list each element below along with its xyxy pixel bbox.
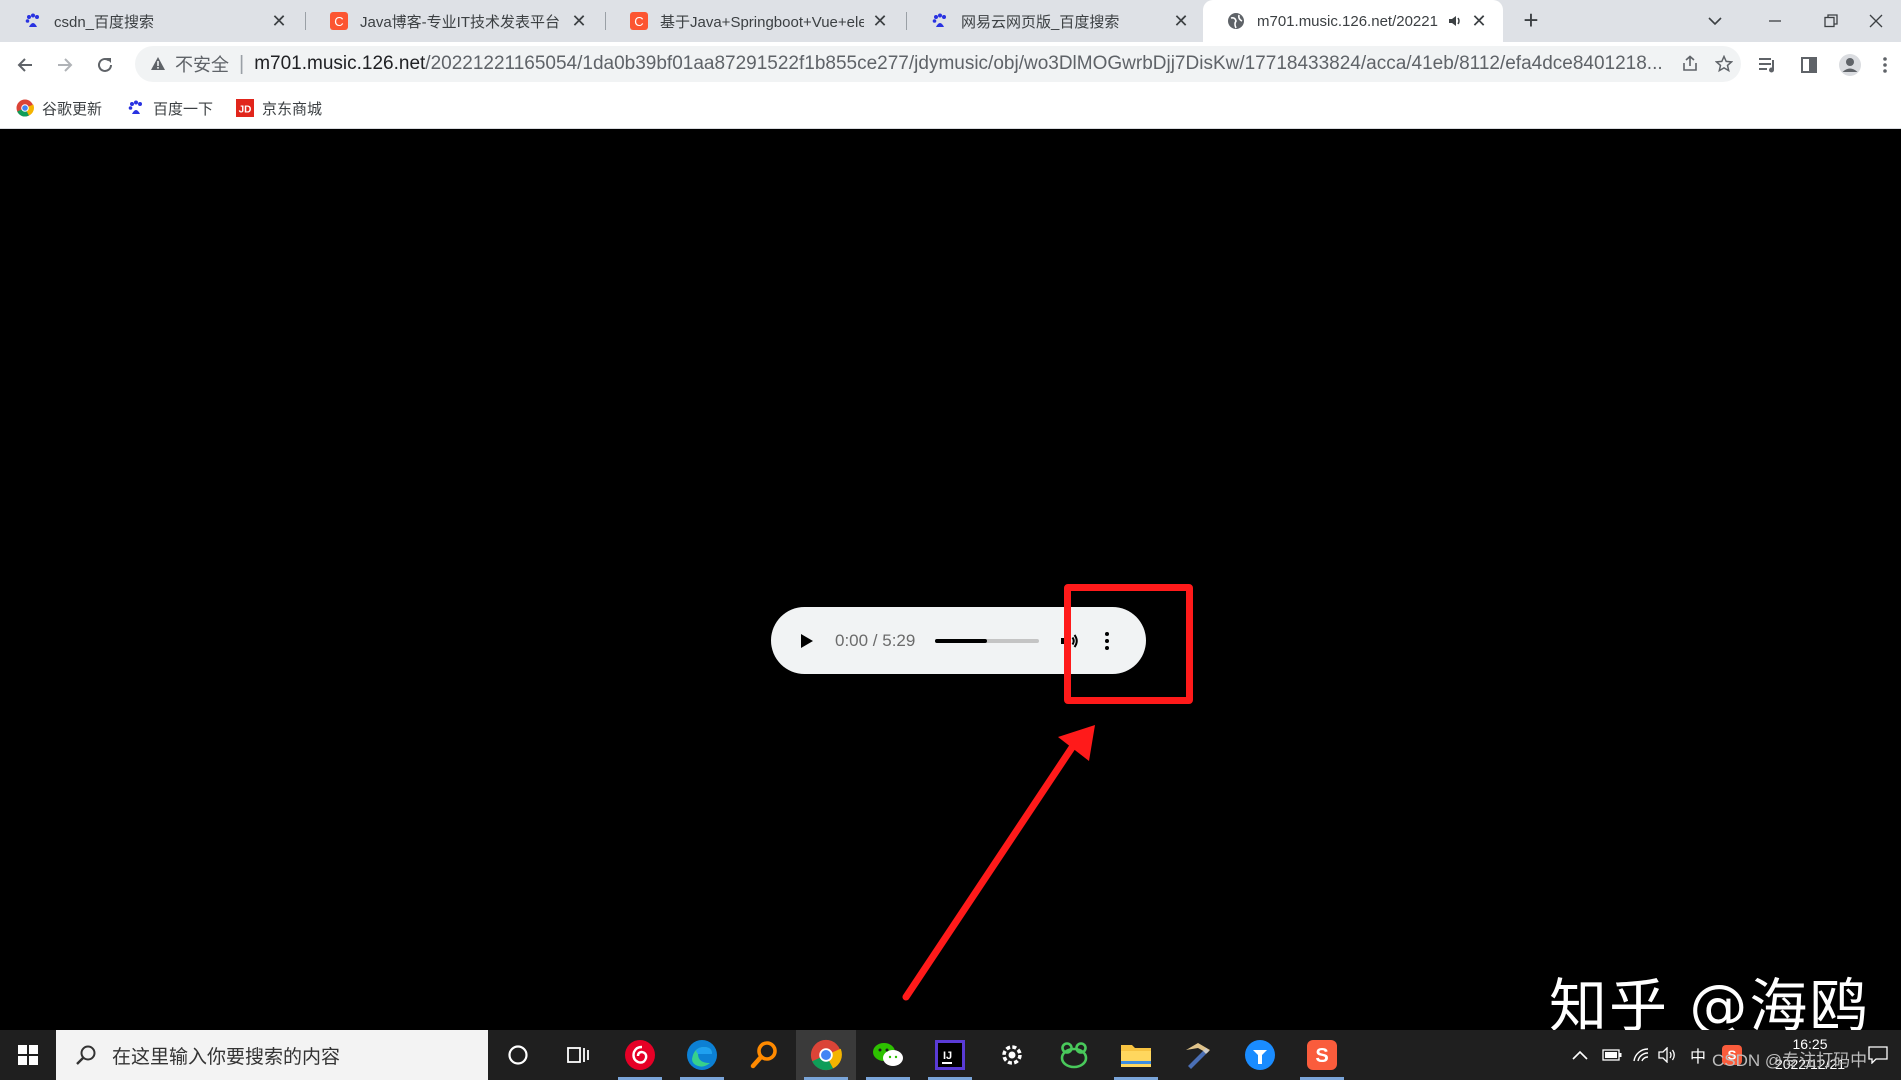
- share-icon[interactable]: [1673, 47, 1707, 81]
- search-placeholder: 在这里输入你要搜索的内容: [112, 1046, 341, 1068]
- svg-text:C: C: [634, 14, 643, 29]
- bookmark-label: 百度一下: [153, 100, 214, 118]
- address-bar[interactable]: 不安全 | m701.music.126.net/20221221165054/…: [135, 46, 1741, 82]
- taskbar-search-input[interactable]: 在这里输入你要搜索的内容: [56, 1030, 488, 1080]
- tab-search-icon[interactable]: [1690, 0, 1740, 42]
- battery-icon[interactable]: [1602, 1030, 1622, 1080]
- url-path: /20221221165054/1da0b39bf01aa87291522f1b…: [425, 53, 1663, 74]
- side-panel-icon[interactable]: [1792, 48, 1826, 82]
- netease-music-icon[interactable]: [610, 1030, 670, 1080]
- svg-text:C: C: [334, 14, 343, 29]
- tab-springboot[interactable]: C 基于Java+Springboot+Vue+ele ✕: [606, 0, 904, 42]
- url-host: m701.music.126.net: [254, 53, 426, 74]
- tab-title: csdn_百度搜索: [54, 13, 155, 31]
- svg-text:IJ: IJ: [943, 1050, 952, 1062]
- close-tab-icon[interactable]: ✕: [870, 11, 890, 31]
- chrome-icon: [16, 99, 34, 117]
- forward-arrow-icon[interactable]: [48, 48, 82, 82]
- speaker-icon[interactable]: [1447, 13, 1463, 29]
- frog-app-icon[interactable]: [1044, 1030, 1104, 1080]
- tab-netease-baidu[interactable]: 网易云网页版_百度搜索 ✕: [907, 0, 1205, 42]
- close-tab-icon[interactable]: ✕: [569, 11, 589, 31]
- bookmark-star-icon[interactable]: [1707, 47, 1741, 81]
- bookmark-jd[interactable]: JD 京东商城: [236, 95, 322, 121]
- media-control-icon[interactable]: [1751, 48, 1785, 82]
- warning-icon[interactable]: [149, 55, 167, 73]
- new-tab-button[interactable]: +: [1517, 6, 1545, 34]
- svg-text:JD: JD: [239, 105, 252, 116]
- windows-start-icon[interactable]: [0, 1030, 56, 1080]
- csdn-icon: C: [330, 12, 348, 30]
- intellij-icon[interactable]: IJ: [920, 1030, 980, 1080]
- close-tab-icon[interactable]: ✕: [1171, 11, 1191, 31]
- buffered-bar: [935, 638, 988, 643]
- sketch-app-icon[interactable]: [1168, 1030, 1228, 1080]
- reload-icon[interactable]: [88, 48, 122, 82]
- close-tab-icon[interactable]: ✕: [269, 11, 289, 31]
- wifi-icon[interactable]: [1632, 1030, 1650, 1080]
- progress-slider[interactable]: [935, 638, 1040, 643]
- bookmarks-bar: 谷歌更新 百度一下 JD 京东商城: [0, 87, 1901, 129]
- volume-tray-icon[interactable]: [1658, 1030, 1678, 1080]
- chrome-icon[interactable]: [796, 1030, 856, 1080]
- profile-avatar-icon[interactable]: [1833, 48, 1867, 82]
- back-arrow-icon[interactable]: [8, 48, 42, 82]
- url-text[interactable]: m701.music.126.net/20221221165054/1da0b3…: [254, 53, 1673, 75]
- wechat-icon[interactable]: [858, 1030, 918, 1080]
- time-display: 0:00 / 5:29: [835, 630, 916, 650]
- jd-icon: JD: [236, 99, 254, 117]
- bookmark-baidu[interactable]: 百度一下: [127, 95, 213, 121]
- media-page: 0:00 / 5:29 知乎 @海鸥: [0, 129, 1901, 1040]
- csdn-watermark: CSDN @专注打码中: [1712, 1051, 1868, 1070]
- cortana-icon[interactable]: [488, 1030, 548, 1080]
- ime-indicator[interactable]: 中: [1690, 1030, 1706, 1080]
- bookmark-chrome-update[interactable]: 谷歌更新: [16, 95, 102, 121]
- baidu-icon: [931, 12, 949, 30]
- task-view-icon[interactable]: [548, 1030, 608, 1080]
- not-secure-label[interactable]: 不安全: [175, 51, 229, 77]
- annotation-highlight-box: [1064, 584, 1193, 704]
- tab-strip: csdn_百度搜索 ✕ C Java博客-专业IT技术发表平台 ✕ C 基于Ja…: [0, 0, 1901, 42]
- file-explorer-icon[interactable]: [1106, 1030, 1166, 1080]
- tab-title: 网易云网页版_百度搜索: [961, 13, 1120, 31]
- search-app-icon[interactable]: [734, 1030, 794, 1080]
- globe-icon: [1227, 12, 1245, 30]
- bookmark-label: 谷歌更新: [42, 100, 103, 118]
- tab-title: 基于Java+Springboot+Vue+ele: [660, 13, 864, 31]
- restore-icon[interactable]: [1806, 0, 1856, 42]
- divider: |: [239, 52, 245, 75]
- svg-text:S: S: [1315, 1045, 1328, 1067]
- notification-icon[interactable]: [1868, 1030, 1888, 1080]
- bookmark-label: 京东商城: [262, 100, 323, 118]
- browser-toolbar: 不安全 | m701.music.126.net/20221221165054/…: [0, 42, 1901, 87]
- tab-java-blog[interactable]: C Java博客-专业IT技术发表平台 ✕: [306, 0, 603, 42]
- tab-music-active[interactable]: m701.music.126.net/20221 ✕: [1203, 0, 1503, 42]
- show-hidden-icons[interactable]: [1572, 1030, 1588, 1080]
- tab-title: m701.music.126.net/20221: [1257, 12, 1438, 30]
- sogou-icon[interactable]: S: [1292, 1030, 1352, 1080]
- play-icon[interactable]: [795, 629, 819, 653]
- baidu-icon: [127, 99, 145, 117]
- search-icon: [74, 1043, 98, 1067]
- menu-kebab-icon[interactable]: [1873, 48, 1897, 82]
- blue-app-icon[interactable]: [1230, 1030, 1290, 1080]
- close-window-icon[interactable]: [1851, 0, 1901, 42]
- tab-title: Java博客-专业IT技术发表平台: [360, 13, 561, 31]
- minimize-icon[interactable]: [1750, 0, 1800, 42]
- tab-csdn-baidu[interactable]: csdn_百度搜索 ✕: [0, 0, 303, 42]
- annotation-arrow: [902, 725, 1095, 1001]
- csdn-icon: C: [630, 12, 648, 30]
- baidu-icon: [24, 12, 42, 30]
- edge-icon[interactable]: [672, 1030, 732, 1080]
- close-tab-icon[interactable]: ✕: [1469, 11, 1489, 31]
- settings-icon[interactable]: [982, 1030, 1042, 1080]
- windows-taskbar: 在这里输入你要搜索的内容 IJ S 中 S 16:25 2022/12/21 C…: [0, 1030, 1901, 1080]
